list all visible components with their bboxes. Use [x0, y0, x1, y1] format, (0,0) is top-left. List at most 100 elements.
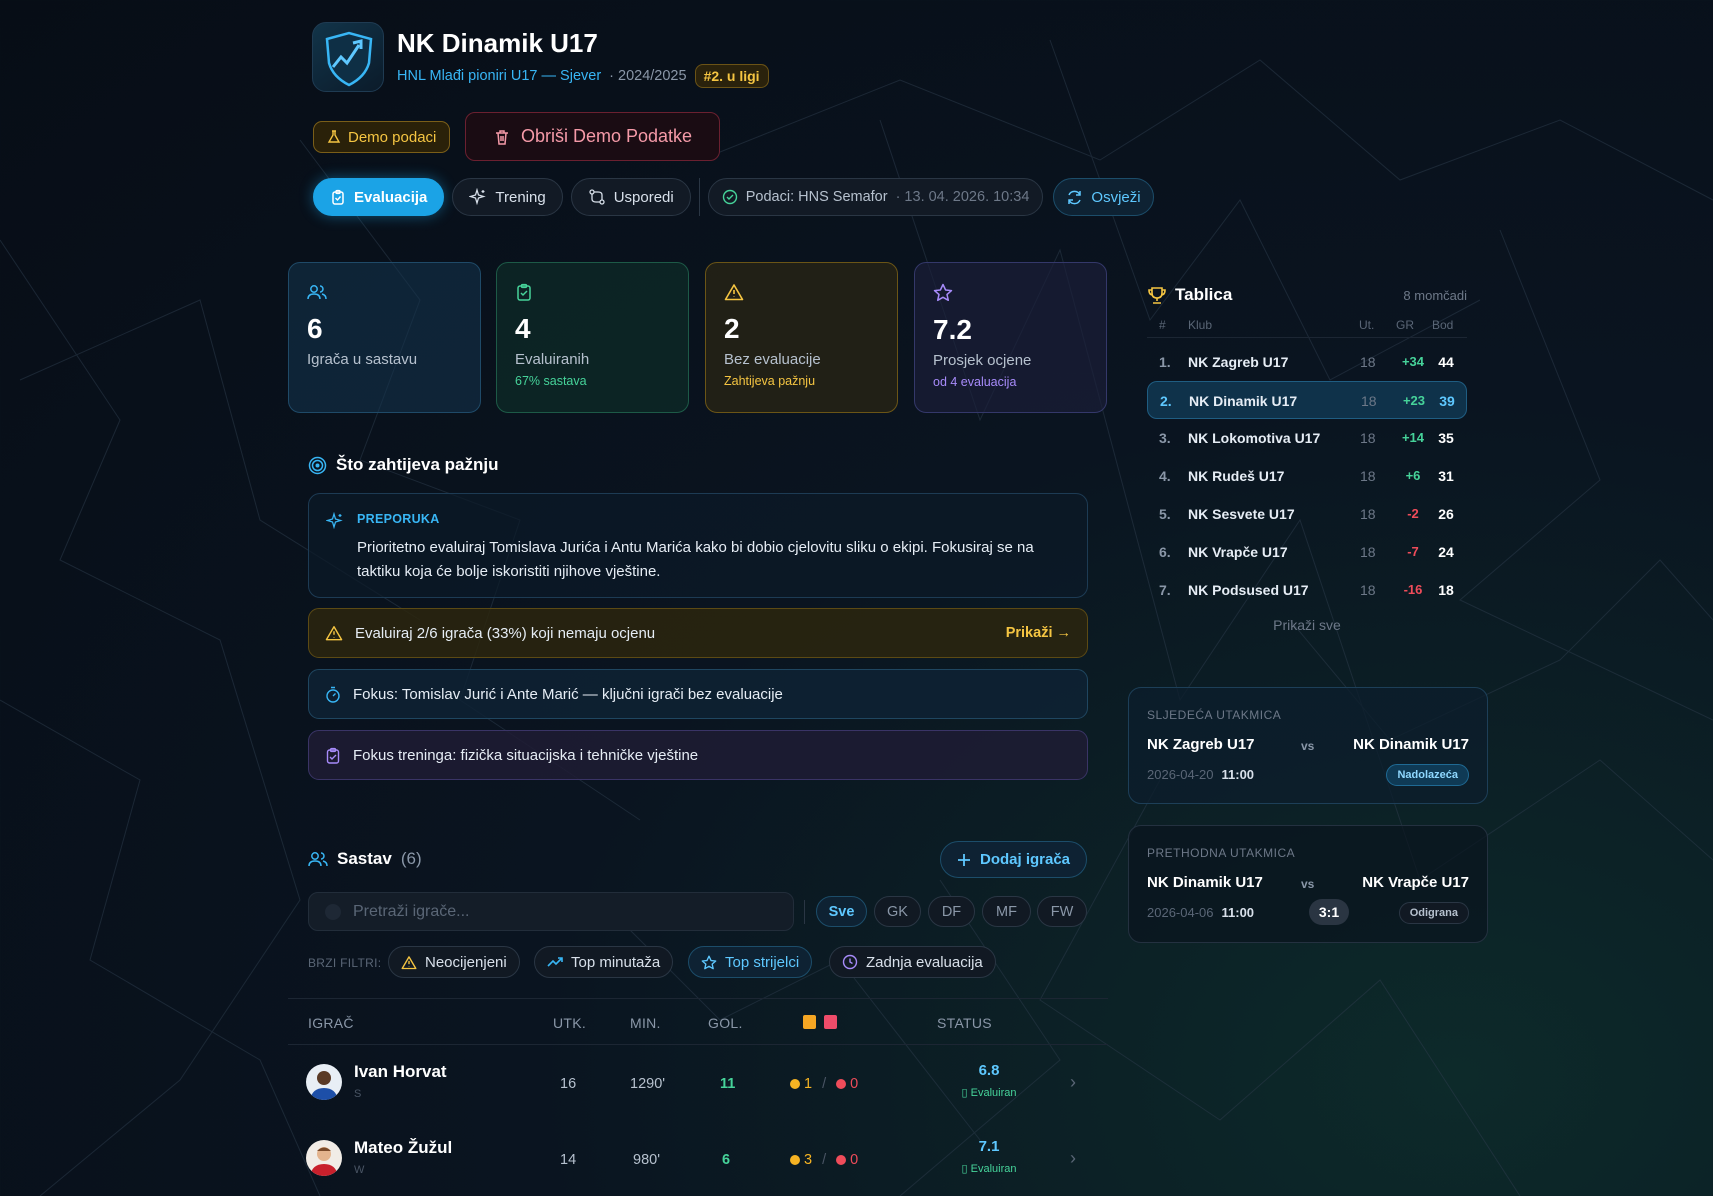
quick-filter-top-minutes[interactable]: Top minutaža [534, 946, 674, 978]
player-search-input[interactable] [353, 902, 773, 921]
player-name: Ivan Horvat [354, 1062, 447, 1081]
standings-points: 24 [1438, 544, 1454, 560]
quick-filter-last-evaluation[interactable]: Zadnja evaluacija [829, 946, 996, 978]
table-row[interactable]: Ivan Horvat S 16 1290' 11 1 / 0 6.8 ▯ Ev… [288, 1046, 1108, 1122]
standings-club: NK Podsused U17 [1188, 582, 1309, 598]
player-position: S [354, 1088, 362, 1100]
position-filter-mf[interactable]: MF [982, 896, 1031, 927]
delete-demo-data-button[interactable]: Obriši Demo Podatke [465, 112, 720, 161]
filter-divider [804, 900, 805, 924]
player-status: ▯ Evaluiran [924, 1162, 1054, 1175]
position-filter-df[interactable]: DF [928, 896, 975, 927]
player-goals: 6 [722, 1152, 731, 1168]
tab-trening-label: Trening [495, 188, 546, 206]
player-rating: 7.1 [978, 1138, 1000, 1155]
quick-filter-top-minutes-label: Top minutaža [571, 953, 661, 971]
previous-match-status-badge: Odigrana [1398, 902, 1469, 924]
recommendation-kicker: PREPORUKA [357, 512, 440, 526]
column-player[interactable]: IGRAČ [308, 1015, 354, 1031]
tab-usporedi-label: Usporedi [613, 188, 674, 206]
position-filter-all[interactable]: Sve [816, 896, 867, 927]
flask-icon [327, 130, 341, 144]
position-filter-fw[interactable]: FW [1037, 896, 1087, 927]
next-match-card[interactable]: SLJEDEĆA UTAKMICA NK Zagreb U17 vs NK Di… [1128, 687, 1488, 804]
users-icon [307, 283, 462, 301]
league-standings: Tablica 8 momčadi # Klub Ut. GR Bod 1. N… [1147, 282, 1467, 633]
yellow-card-dot-icon [790, 1079, 800, 1089]
star-icon [701, 955, 717, 970]
previous-match-datetime: 2026-04-06 11:00 [1147, 905, 1254, 920]
standings-points: 39 [1439, 393, 1455, 409]
standings-row[interactable]: 6. NK Vrapče U17 18 -7 24 [1147, 533, 1467, 571]
standings-team-count: 8 momčadi [1403, 287, 1467, 303]
warning-icon [724, 283, 879, 301]
standings-goal-diff: +6 [1405, 468, 1421, 483]
previous-match-kicker: PRETHODNA UTAKMICA [1147, 846, 1296, 860]
quick-filter-top-scorers[interactable]: Top strijelci [688, 946, 813, 978]
quick-filters-label: BRZI FILTRI: [308, 956, 382, 970]
stat-average-label: Prosjek ocjene [933, 352, 1032, 369]
standings-played: 18 [1361, 393, 1377, 409]
next-match-home-team: NK Zagreb U17 [1147, 736, 1255, 753]
standings-col-played: Ut. [1359, 318, 1375, 332]
tab-trening[interactable]: Trening [452, 178, 563, 216]
next-match-vs: vs [1301, 739, 1315, 753]
column-apps[interactable]: UTK. [553, 1015, 586, 1031]
next-match-away-team: NK Dinamik U17 [1353, 736, 1469, 753]
league-link[interactable]: HNL Mlađi pioniri U17 — Sjever [397, 68, 601, 84]
league-rank-badge: #2. u ligi [694, 64, 769, 88]
clipboard-icon [325, 747, 341, 764]
standings-row[interactable]: 3. NK Lokomotiva U17 18 +14 35 [1147, 419, 1467, 457]
tab-usporedi[interactable]: Usporedi [570, 178, 691, 216]
sparkle-icon [326, 512, 344, 530]
player-red-cards: 0 [850, 1152, 859, 1168]
column-goals[interactable]: GOL. [708, 1015, 743, 1031]
add-player-button[interactable]: Dodaj igrača [940, 841, 1087, 878]
standings-row[interactable]: 1. NK Zagreb U17 18 +34 44 [1147, 343, 1467, 381]
standings-club: NK Dinamik U17 [1189, 393, 1298, 409]
compare-icon [588, 188, 606, 206]
quick-filter-unrated[interactable]: Neocijenjeni [388, 946, 520, 978]
stat-unevaluated-sub: Zahtijeva pažnju [724, 374, 816, 388]
standings-points: 26 [1438, 506, 1454, 522]
standings-row[interactable]: 7. NK Podsused U17 18 -16 18 [1147, 571, 1467, 609]
alert-missing-evaluations: Evaluiraj 2/6 igrača (33%) koji nemaju o… [308, 608, 1088, 658]
column-status[interactable]: STATUS [937, 1015, 992, 1031]
stat-card-evaluated: 4 Evaluiranih 67% sastava [496, 262, 689, 413]
quick-filter-last-evaluation-label: Zadnja evaluacija [866, 953, 983, 971]
refresh-icon [1066, 189, 1083, 206]
clipboard-icon: ▯ [961, 1163, 968, 1175]
standings-row[interactable]: 5. NK Sesvete U17 18 -2 26 [1147, 495, 1467, 533]
stat-card-unevaluated: 2 Bez evaluacije Zahtijeva pažnju [705, 262, 898, 413]
chevron-right-icon[interactable]: › [1070, 1148, 1076, 1169]
column-minutes[interactable]: MIN. [630, 1015, 661, 1031]
data-source-label: Podaci: HNS Semafor [745, 189, 888, 205]
standings-header: Tablica 8 momčadi [1147, 282, 1467, 308]
standings-row[interactable]: 4. NK Rudeš U17 18 +6 31 [1147, 457, 1467, 495]
chevron-right-icon[interactable]: › [1070, 1072, 1076, 1093]
show-missing-link[interactable]: Prikaži → [1006, 625, 1071, 641]
standings-club: NK Lokomotiva U17 [1188, 430, 1321, 446]
data-source-status: Podaci: HNS Semafor · 13. 04. 2026. 10:3… [707, 178, 1044, 216]
table-row[interactable]: Mateo Žužul W 14 980' 6 3 / 0 7.1 ▯ Eval… [288, 1122, 1108, 1196]
tab-evaluacija[interactable]: Evaluacija [313, 178, 445, 216]
clock-icon [842, 954, 858, 970]
standings-row-own-team[interactable]: 2. NK Dinamik U17 18 +23 39 [1147, 381, 1467, 419]
player-rating: 6.8 [978, 1062, 1000, 1079]
next-match-status-badge: Nadolazeća [1386, 764, 1469, 786]
stat-players-label: Igrača u sastavu [307, 351, 418, 368]
plus-icon [957, 853, 971, 867]
delete-demo-data-label: Obriši Demo Podatke [520, 126, 693, 146]
roster-count: (6) [400, 849, 422, 868]
previous-match-card[interactable]: PRETHODNA UTAKMICA NK Dinamik U17 vs NK … [1128, 825, 1488, 943]
stat-unevaluated-value: 2 [724, 313, 740, 344]
standings-show-all-link[interactable]: Prikaži sve [1147, 617, 1467, 633]
position-filter-gk[interactable]: GK [874, 896, 921, 927]
refresh-button[interactable]: Osvježi [1053, 178, 1154, 216]
standings-club: NK Sesvete U17 [1188, 506, 1295, 522]
standings-points: 44 [1438, 354, 1454, 370]
data-sync-time: · 13. 04. 2026. 10:34 [895, 189, 1030, 205]
warning-icon [401, 955, 417, 970]
quick-filter-unrated-label: Neocijenjeni [425, 953, 507, 971]
demo-data-badge: Demo podaci [313, 121, 451, 153]
